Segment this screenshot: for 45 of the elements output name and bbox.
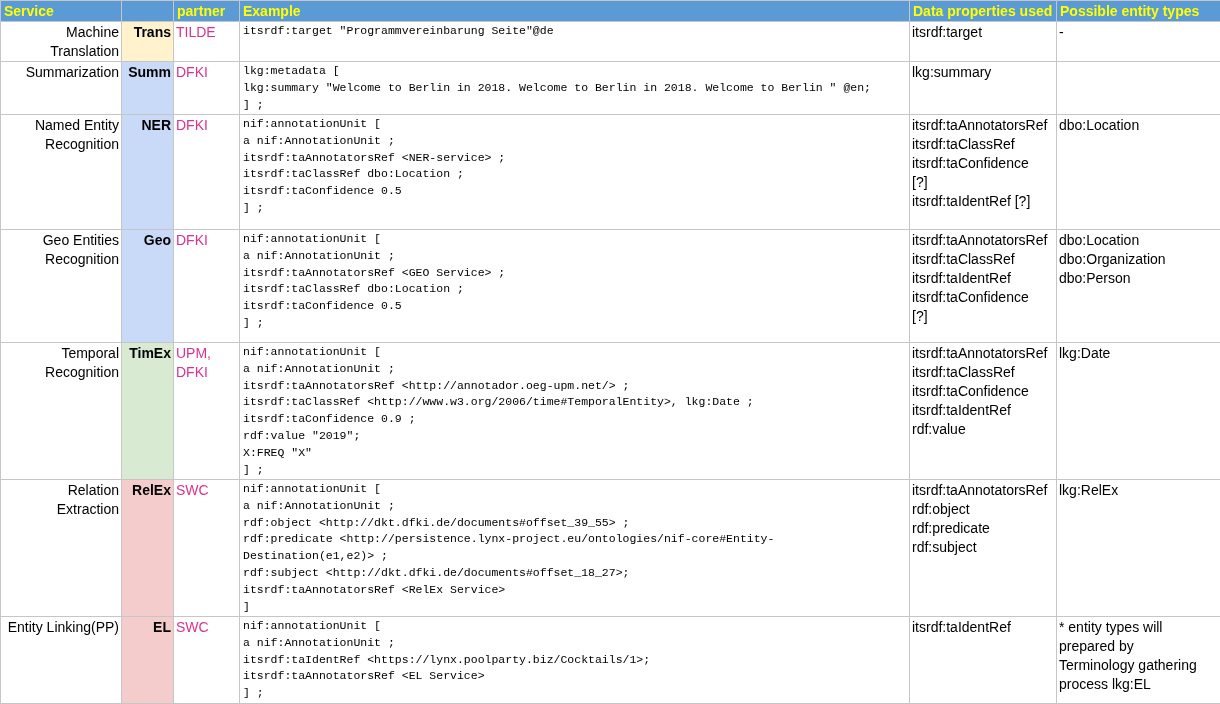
column-header: Possible entity types [1057,1,1220,21]
abbreviation-cell: EL [122,617,173,703]
data-properties-cell: lkg:summary [910,62,1056,114]
abbreviation-cell: Geo [122,230,173,342]
data-properties-cell: itsrdf:taIdentRef [910,617,1056,703]
service-cell: Named Entity Recognition [1,115,121,229]
service-cell: Temporal Recognition [1,343,121,479]
code-snippet: itsrdf:target "Programmvereinbarung Seite"@de [240,22,909,61]
data-properties-cell: itsrdf:taAnnotatorsRef itsrdf:taClassRef itsrdf:taConfidence itsrdf:taIdentRef rdf:value [910,343,1056,479]
service-cell: Machine Translation [1,22,121,61]
column-header: Service [1,1,121,21]
code-snippet: nif:annotationUnit [ a nif:AnnotationUnit ; itsrdf:taAnnotatorsRef <NER-service> ; itsrdf:taClassRef dbo:Location ; itsrdf:taConfidence 0.5 ] ; [240,115,909,229]
partner-cell: SWC [174,480,239,616]
partner-cell: DFKI [174,115,239,229]
service-cell: Relation Extraction [1,480,121,616]
partner-cell: DFKI [174,230,239,342]
data-properties-cell: itsrdf:taAnnotatorsRef rdf:object rdf:predicate rdf:subject [910,480,1056,616]
data-properties-cell: itsrdf:taAnnotatorsRef itsrdf:taClassRef itsrdf:taConfidence [?] itsrdf:taIdentRef [?] [910,115,1056,229]
abbreviation-cell: NER [122,115,173,229]
partner-cell: SWC [174,617,239,703]
code-snippet: lkg:metadata [ lkg:summary "Welcome to Berlin in 2018. Welcome to Berlin in 2018. Welcome to Berlin " @en; ] ; [240,62,909,114]
column-header: partner [174,1,239,21]
abbreviation-cell: RelEx [122,480,173,616]
service-cell: Entity Linking(PP) [1,617,121,703]
code-snippet: nif:annotationUnit [ a nif:AnnotationUnit ; itsrdf:taAnnotatorsRef <http://annotador.oeg-upm.net/> ; itsrdf:taClassRef <http://www.w3.org/2006/time#TemporalEntity>, lkg:Date ; itsrdf:taConfidence 0.9 ; rdf:value "2019"; X:FREQ "X" ] ; [240,343,909,479]
service-cell: Summarization [1,62,121,114]
partner-cell: DFKI [174,62,239,114]
abbreviation-cell: Summ [122,62,173,114]
service-cell: Geo Entities Recognition [1,230,121,342]
entity-types-cell: * entity types will prepared by Terminology gathering process lkg:EL [1057,617,1220,703]
abbreviation-cell: Trans [122,22,173,61]
entity-types-cell: dbo:Location [1057,115,1220,229]
abbreviation-cell: TimEx [122,343,173,479]
code-snippet: nif:annotationUnit [ a nif:AnnotationUnit ; itsrdf:taIdentRef <https://lynx.poolparty.biz/Cocktails/1>; itsrdf:taAnnotatorsRef <EL Service> ] ; [240,617,909,703]
entity-types-cell: lkg:RelEx [1057,480,1220,616]
data-properties-cell: itsrdf:target [910,22,1056,61]
code-snippet: nif:annotationUnit [ a nif:AnnotationUnit ; itsrdf:taAnnotatorsRef <GEO Service> ; itsrdf:taClassRef dbo:Location ; itsrdf:taConfidence 0.5 ] ; [240,230,909,342]
entity-types-cell: dbo:Location dbo:Organization dbo:Person [1057,230,1220,342]
partner-cell: TILDE [174,22,239,61]
column-header: Data properties used [910,1,1056,21]
entity-types-cell: - [1057,22,1220,61]
partner-cell: UPM, DFKI [174,343,239,479]
entity-types-cell: lkg:Date [1057,343,1220,479]
data-properties-cell: itsrdf:taAnnotatorsRef itsrdf:taClassRef itsrdf:taIdentRef itsrdf:taConfidence [?] [910,230,1056,342]
column-header: Example [240,1,909,21]
